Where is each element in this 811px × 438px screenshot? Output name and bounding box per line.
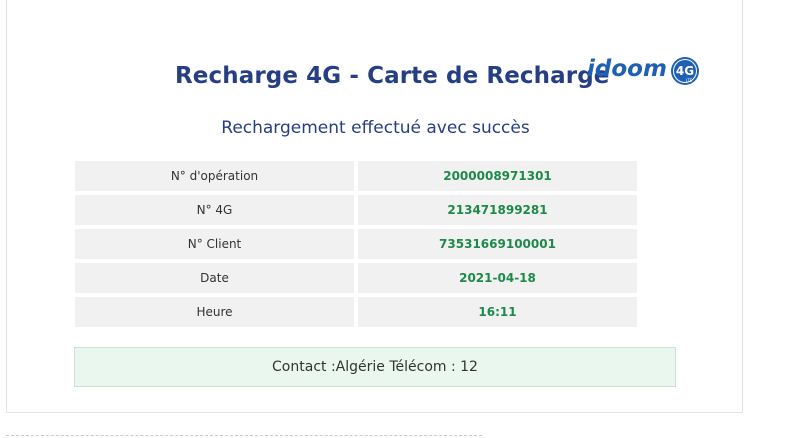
table-row: Heure 16:11 (75, 297, 637, 327)
contact-text: Contact :Algérie Télécom : 12 (272, 359, 478, 375)
page-title: Recharge 4G - Carte de Recharge (175, 63, 610, 89)
value-4g-number: 213471899281 (358, 195, 637, 225)
value-time: 16:11 (358, 297, 637, 327)
label-client-number: N° Client (75, 229, 354, 259)
value-client-number: 73531669100001 (358, 229, 637, 259)
table-row: N° d'opération 2000008971301 (75, 161, 637, 191)
header: Recharge 4G - Carte de Recharge idoom 4G… (7, 52, 744, 102)
logo-badge-sub: LTE (686, 78, 693, 83)
label-date: Date (75, 263, 354, 293)
idoom-4g-logo: idoom 4G LTE (587, 56, 699, 85)
logo-badge: 4G (676, 64, 694, 78)
success-message: Rechargement effectué avec succès (221, 118, 530, 138)
logo-text: idoom (587, 56, 667, 82)
value-operation-number: 2000008971301 (358, 161, 637, 191)
recharge-card: Recharge 4G - Carte de Recharge idoom 4G… (6, 0, 743, 413)
value-date: 2021-04-18 (358, 263, 637, 293)
recharge-details-table: N° d'opération 2000008971301 N° 4G 21347… (71, 157, 641, 331)
dashed-divider (6, 435, 482, 436)
label-operation-number: N° d'opération (75, 161, 354, 191)
table-row: N° 4G 213471899281 (75, 195, 637, 225)
label-time: Heure (75, 297, 354, 327)
label-4g-number: N° 4G (75, 195, 354, 225)
table-row: Date 2021-04-18 (75, 263, 637, 293)
table-row: N° Client 73531669100001 (75, 229, 637, 259)
success-message-container: Rechargement effectué avec succès (7, 118, 744, 138)
contact-info-box: Contact :Algérie Télécom : 12 (74, 347, 676, 387)
